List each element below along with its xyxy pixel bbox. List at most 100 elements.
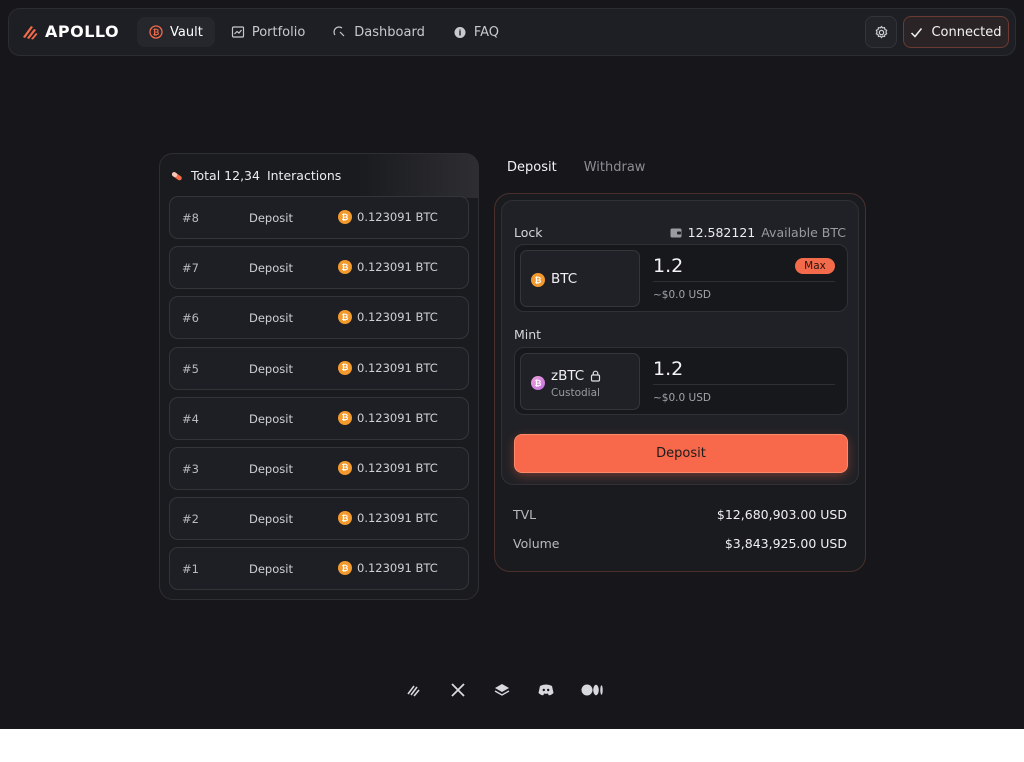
lock-asset-selector[interactable]: ₿ BTC [520,250,640,307]
interactions-label: Interactions [266,168,342,183]
bitcoin-icon: ₿ [149,25,163,39]
lock-usd-value: ~$0.0 USD [653,289,711,301]
row-id: #6 [182,311,199,326]
gauge-icon [333,26,345,37]
row-amount: ₿ 0.123091 BTC [338,410,438,425]
tab-deposit[interactable]: Deposit [507,160,557,175]
table-row[interactable]: #6 Deposit ₿ 0.123091 BTC [169,296,469,340]
row-amount-value: 0.123091 BTC [357,260,438,275]
wallet-icon [670,228,682,238]
row-amount: ₿ 0.123091 BTC [338,360,438,375]
lock-asset-name: BTC [551,271,578,287]
row-amount-value: 0.123091 BTC [357,511,438,526]
nav-dashboard-label: Dashboard [354,24,425,40]
vault-panel: Lock 12.582121 Available BTC ₿ BTC 1.2 ~… [494,193,866,572]
nav-vault-label: Vault [170,24,203,40]
table-row[interactable]: #4 Deposit ₿ 0.123091 BTC [169,396,469,440]
discord-icon[interactable] [537,681,555,699]
nav-portfolio[interactable]: Portfolio [219,17,317,47]
max-button[interactable]: Max [795,258,835,274]
bitcoin-icon: ₿ [338,310,352,325]
connected-label: Connected [931,24,1002,40]
nav-vault[interactable]: ₿ Vault [137,17,215,47]
volume-label: Volume [513,536,560,551]
volume-stat: Volume $3,843,925.00 USD [513,536,847,551]
row-type: Deposit [249,311,293,326]
row-id: #5 [182,361,199,376]
row-type: Deposit [249,461,293,476]
chart-icon [231,26,244,38]
svg-text:₿: ₿ [153,28,160,37]
nav-dashboard[interactable]: Dashboard [321,17,437,47]
row-amount: ₿ 0.123091 BTC [338,511,438,526]
apollo-logo-icon [23,25,38,39]
row-amount-value: 0.123091 BTC [357,410,438,425]
row-id: #1 [182,562,199,577]
mint-amount: 1.2 [653,358,684,380]
row-amount: ₿ 0.123091 BTC [338,310,438,325]
zbtc-icon: ₿ [531,376,545,390]
lock-input-box: ₿ BTC 1.2 ~$0.0 USD Max [514,244,848,312]
help-icon: i [454,27,466,38]
interactions-panel: Total 12,34 Interactions #8 Deposit ₿ 0.1… [159,153,479,600]
table-row[interactable]: #8 Deposit ₿ 0.123091 BTC [169,196,469,239]
row-amount-value: 0.123091 BTC [357,360,438,375]
table-row[interactable]: #2 Deposit ₿ 0.123091 BTC [169,497,469,541]
mint-label: Mint [514,327,542,342]
row-type: Deposit [249,562,293,577]
tab-withdraw[interactable]: Withdraw [584,160,646,175]
apollo-icon[interactable] [405,681,423,699]
interactions-list: #8 Deposit ₿ 0.123091 BTC #7 Deposit ₿ 0.1… [169,196,469,598]
bitcoin-icon: ₿ [338,410,352,425]
row-amount: ₿ 0.123091 BTC [338,260,438,275]
available-unit: Available BTC [761,225,846,240]
lock-amount-input[interactable]: 1.2 [653,255,683,277]
row-type: Deposit [249,512,293,527]
table-row[interactable]: #5 Deposit ₿ 0.123091 BTC [169,346,469,390]
tvl-value: $12,680,903.00 USD [716,507,847,522]
x-icon[interactable] [449,681,467,699]
volume-value: $3,843,925.00 USD [724,536,847,551]
nav-portfolio-label: Portfolio [251,24,306,40]
mint-asset-selector[interactable]: ₿ zBTC Custodial [520,353,640,410]
table-row[interactable]: #3 Deposit ₿ 0.123091 BTC [169,446,469,490]
bitcoin-icon: ₿ [338,511,352,526]
medium-icon[interactable] [581,681,605,699]
lock-label: Lock [514,225,543,240]
interactions-total: Total 12,34 [191,168,260,183]
row-type: Deposit [249,261,293,276]
row-type: Deposit [249,211,293,225]
check-icon [911,27,923,38]
deposit-button[interactable]: Deposit [514,434,848,473]
row-amount: ₿ 0.123091 BTC [338,210,438,224]
available-amount: 12.582121 [687,225,756,240]
nav-faq[interactable]: i FAQ [441,17,511,47]
row-id: #7 [182,261,199,276]
row-id: #8 [182,211,199,225]
available-balance: 12.582121 Available BTC [670,225,846,240]
mint-asset-name: zBTC [551,368,585,384]
wallet-connected-button[interactable]: Connected [903,16,1009,48]
tvl-label: TVL [513,507,537,522]
table-row[interactable]: #1 Deposit ₿ 0.123091 BTC [169,547,469,591]
row-type: Deposit [249,361,293,376]
mint-asset-name-row: zBTC [551,368,601,384]
row-amount-value: 0.123091 BTC [357,561,438,576]
mint-usd-value: ~$0.0 USD [653,392,711,404]
lock-icon [591,370,601,382]
app-root: APOLLO ₿ Vault Portfolio Dashboard i FAQ [0,0,1024,729]
settings-button[interactable] [865,16,897,48]
mint-asset-sub: Custodial [551,387,600,399]
row-id: #2 [182,512,199,527]
bitcoin-icon: ₿ [338,360,352,375]
table-row[interactable]: #7 Deposit ₿ 0.123091 BTC [169,246,469,290]
brand-logo[interactable]: APOLLO [21,22,119,41]
tvl-stat: TVL $12,680,903.00 USD [513,507,847,522]
row-amount: ₿ 0.123091 BTC [338,561,438,576]
pill-icon [171,171,182,180]
bitcoin-icon: ₿ [338,260,352,275]
row-amount: ₿ 0.123091 BTC [338,460,438,475]
bitcoin-icon: ₿ [338,460,352,475]
layers-icon[interactable] [493,681,511,699]
top-nav: APOLLO ₿ Vault Portfolio Dashboard i FAQ [8,8,1016,56]
